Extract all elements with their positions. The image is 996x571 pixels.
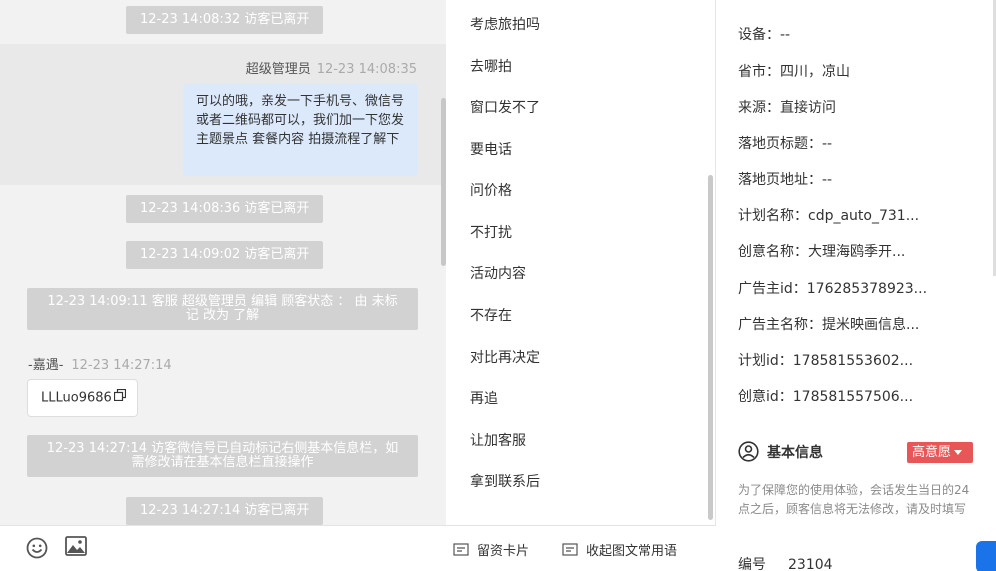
visitor-name: -嘉遇- [28, 358, 64, 373]
copy-icon[interactable] [113, 380, 126, 416]
info-row-plan-id: 计划id：178581553602... [738, 353, 914, 369]
system-message: 12-23 14:08:32 访客已离开 [126, 6, 324, 34]
input-toolbar: 留资卡片 收起图文常用语 [0, 525, 716, 571]
lead-card-button[interactable]: 留资卡片 [453, 540, 529, 559]
system-message: 12-23 14:09:11 客服 超级管理员 编辑 顾客状态 ： 由 未标记 … [27, 288, 418, 330]
quick-reply-item[interactable]: 不存在 [470, 305, 512, 325]
quick-reply-item[interactable]: 活动内容 [470, 263, 526, 283]
visitor-message-bubble[interactable]: LLLuo9686 [27, 379, 138, 417]
info-row-device: 设备：-- [738, 27, 791, 43]
id-label: 编号 [738, 557, 766, 571]
quick-reply-item[interactable]: 对比再决定 [470, 347, 540, 367]
app-root: 12-23 14:08:32 访客已离开 超级管理员 12-23 14:08:35… [0, 0, 996, 571]
message-icon [562, 542, 578, 556]
card-icon [453, 542, 469, 556]
floating-action-button[interactable] [976, 541, 996, 571]
collapse-phrases-label: 收起图文常用语 [586, 544, 678, 559]
info-row-landing-title: 落地页标题：-- [738, 136, 833, 152]
info-row-region: 省市：四川，凉山 [738, 64, 850, 80]
caret-down-icon [954, 450, 963, 455]
system-message: 12-23 14:09:02 访客已离开 [126, 241, 324, 269]
intent-label: 高意愿 [912, 445, 952, 460]
lead-card-label: 留资卡片 [477, 544, 530, 559]
message-time: 12-23 14:27:14 [71, 358, 172, 373]
quick-reply-scrollbar[interactable] [708, 175, 713, 520]
smile-icon[interactable] [26, 537, 48, 563]
chat-panel[interactable]: 12-23 14:08:32 访客已离开 超级管理员 12-23 14:08:35… [0, 0, 446, 525]
info-notice: 为了保障您的使用体验，会话发生当日的24点之后，顾客信息将无法修改，请及时填写 [738, 483, 970, 516]
system-message: 12-23 14:27:14 访客已离开 [126, 497, 324, 525]
image-icon[interactable] [65, 536, 87, 560]
quick-reply-item[interactable]: 考虑旅拍吗 [470, 14, 540, 34]
self-message-meta: 超级管理员 12-23 14:08:35 [246, 58, 417, 77]
visitor-message-meta: -嘉遇- 12-23 14:27:14 [28, 354, 172, 373]
info-row-advertiser-name: 广告主名称：提米映画信息... [738, 317, 920, 333]
info-row-source: 来源：直接访问 [738, 100, 836, 116]
quick-reply-item[interactable]: 问价格 [470, 180, 512, 200]
quick-reply-item[interactable]: 让加客服 [470, 430, 526, 450]
user-icon [738, 441, 759, 462]
info-row-plan-name: 计划名称：cdp_auto_731... [738, 208, 920, 224]
intent-badge[interactable]: 高意愿 [907, 442, 973, 463]
quick-reply-item[interactable]: 窗口发不了 [470, 97, 540, 117]
quick-reply-item[interactable]: 不打扰 [470, 222, 512, 242]
message-time: 12-23 14:08:35 [316, 62, 417, 77]
agent-message-bubble: 可以的哦，亲发一下手机号、微信号或者二维码都可以，我们加一下您发主题景点 套餐内… [183, 84, 418, 176]
basic-info-header: 基本信息 [738, 441, 823, 462]
section-title: 基本信息 [767, 444, 823, 461]
info-row-landing-url: 落地页地址：-- [738, 172, 833, 188]
info-row-creative-id: 创意id：178581557506... [738, 389, 914, 405]
quick-reply-item[interactable]: 去哪拍 [470, 56, 512, 76]
quick-reply-item[interactable]: 要电话 [470, 139, 512, 159]
quick-reply-item[interactable]: 拿到联系后 [470, 471, 540, 491]
agent-name: 超级管理员 [245, 62, 311, 77]
collapse-phrases-button[interactable]: 收起图文常用语 [562, 540, 677, 559]
system-message: 12-23 14:27:14 访客微信号已自动标记右侧基本信息栏，如需修改请在基… [27, 435, 418, 477]
id-value: 23104 [788, 557, 833, 571]
info-row-creative-name: 创意名称：大理海鸥季开... [738, 244, 906, 260]
system-message: 12-23 14:08:36 访客已离开 [126, 195, 324, 223]
quick-reply-list: 考虑旅拍吗 去哪拍 窗口发不了 要电话 问价格 不打扰 活动内容 不存在 对比再… [446, 0, 716, 525]
id-row: 编号 23104 [738, 554, 833, 571]
info-row-advertiser-id: 广告主id：176285378923... [738, 281, 928, 297]
visitor-message-text: LLLuo9686 [41, 390, 112, 406]
quick-reply-item[interactable]: 再追 [470, 388, 498, 408]
visitor-info-panel: 设备：-- 省市：四川，凉山 来源：直接访问 落地页标题：-- 落地页地址：--… [716, 0, 996, 571]
